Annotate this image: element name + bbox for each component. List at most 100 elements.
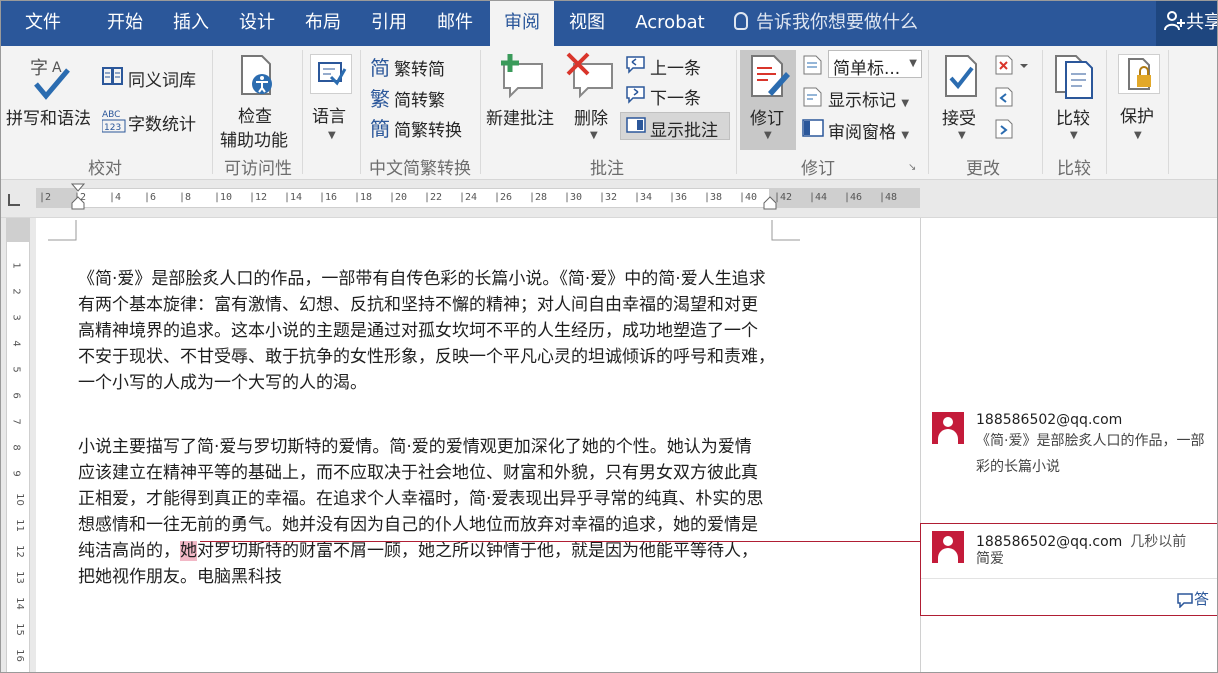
comment-text[interactable]: 《简·爱》是部脍炙人口的作品，一部 xyxy=(976,428,1204,454)
chinese-conversion-button[interactable]: 简繁转换 xyxy=(394,116,462,141)
reply-button[interactable]: 答 xyxy=(1176,588,1209,609)
reject-icon[interactable] xyxy=(994,54,1030,80)
paragraph-2[interactable]: 小说主要描写了简·爱与罗切斯特的爱情。简·爱的爱情观更加深化了她的个性。她认为爱… xyxy=(78,434,778,590)
tab-insert[interactable]: 插入 xyxy=(162,0,220,46)
vertical-ruler-tick-label: 3 xyxy=(10,314,22,321)
protect-button[interactable]: 保护 xyxy=(1120,102,1154,127)
svg-text:123: 123 xyxy=(104,123,121,133)
p2-line: 把她视作朋友。电脑黑科技 xyxy=(78,567,282,587)
traditional-to-simplified-button[interactable]: 繁转简 xyxy=(394,55,445,80)
comment-author: 188586502@qq.com xyxy=(976,412,1123,428)
dialog-launcher-icon[interactable]: ↘ xyxy=(908,162,916,173)
comment-time: 几秒以前 xyxy=(1130,534,1187,550)
chevron-down-icon: ▼ xyxy=(590,130,598,141)
tab-references[interactable]: 引用 xyxy=(360,0,418,46)
tab-stop-selector[interactable] xyxy=(8,194,20,206)
ruler-tick-label: |16 xyxy=(319,192,338,203)
text-run: 纯洁高尚的， xyxy=(78,541,180,561)
check-accessibility-line2[interactable]: 辅助功能 xyxy=(220,126,288,151)
vertical-ruler: 1 2 3 4 5 6 7 8 9 10 11 12 13 14 15 16 xyxy=(0,218,36,673)
protect-icon xyxy=(1118,54,1160,94)
language-button[interactable]: 语言 xyxy=(312,102,346,127)
tab-design[interactable]: 设计 xyxy=(228,0,286,46)
right-indent-marker-icon[interactable] xyxy=(763,195,777,211)
ribbon-separator xyxy=(1106,50,1107,174)
chevron-down-icon: ▼ xyxy=(901,98,910,109)
vertical-ruler-tick-label: 11 xyxy=(13,519,25,532)
chevron-down-icon: ▼ xyxy=(958,130,966,141)
tab-review[interactable]: 审阅 xyxy=(490,0,554,46)
markup-mode-dropdown[interactable]: 简单标... ▼ xyxy=(828,50,922,79)
previous-change-icon[interactable] xyxy=(994,86,1016,112)
thesaurus-button[interactable]: 同义词库 xyxy=(128,66,196,91)
next-change-icon[interactable] xyxy=(994,118,1016,144)
document-page[interactable]: 《简·爱》是部脍炙人口的作品，一部带有自传色彩的长篇小说。《简·爱》中的简·爱人… xyxy=(36,218,920,673)
tab-view[interactable]: 视图 xyxy=(558,0,616,46)
simplified-to-traditional-button[interactable]: 简转繁 xyxy=(394,86,445,111)
tell-me-search[interactable]: 告诉我你想要做什么 xyxy=(734,0,918,46)
vertical-ruler-tick-label: 4 xyxy=(10,340,22,347)
compare-button[interactable]: 比较 xyxy=(1056,104,1090,129)
ribbon-separator xyxy=(736,50,737,174)
review-ribbon: 字 A 拼写和语法 同义词库 ABC 123 字数统计 校对 检查 辅助功能 可访… xyxy=(0,46,1218,180)
compare-icon xyxy=(1054,54,1094,104)
ribbon-separator xyxy=(212,50,213,174)
tab-layout[interactable]: 布局 xyxy=(294,0,352,46)
tab-acrobat[interactable]: Acrobat xyxy=(626,0,714,46)
p1-line: 高精神境界的追求。这本小说的主题是通过对孤女坎坷不平的人生经历，成功地塑造了一个 xyxy=(78,321,758,341)
tab-home[interactable]: 开始 xyxy=(96,0,154,46)
ribbon-separator xyxy=(1042,50,1043,174)
new-comment-button[interactable]: 新建批注 xyxy=(486,104,554,129)
ribbon-separator xyxy=(1168,50,1169,174)
horizontal-ruler-row: |2 |2 |4 |6 |8 |10 |12 |14 |16 |18 |20 |22 |24 |26 |28… xyxy=(0,180,1218,218)
spelling-grammar-button[interactable]: 拼写和语法 xyxy=(6,104,91,129)
tab-mailings[interactable]: 邮件 xyxy=(426,0,484,46)
ruler-tick-label: |30 xyxy=(564,192,583,203)
simplified-char-icon: 简 xyxy=(370,56,390,80)
chevron-down-icon: ▼ xyxy=(764,130,772,141)
check-accessibility-line1[interactable]: 检查 xyxy=(238,102,272,127)
ruler-tick-label: |34 xyxy=(634,192,653,203)
commented-text-highlight[interactable]: 她 xyxy=(180,541,197,561)
comment-author-line: 188586502@qq.com 几秒以前 xyxy=(976,531,1186,551)
chevron-down-icon: ▼ xyxy=(328,130,336,141)
paragraph-1[interactable]: 《简·爱》是部脍炙人口的作品，一部带有自传色彩的长篇小说。《简·爱》中的简·爱人… xyxy=(78,266,778,396)
ribbon-separator xyxy=(928,50,929,174)
tab-file[interactable]: 文件 xyxy=(6,0,80,46)
previous-comment-button[interactable]: 上一条 xyxy=(650,54,701,79)
show-markup-button[interactable]: 显示标记 ▼ xyxy=(828,86,909,111)
crop-mark-right xyxy=(771,220,800,241)
proofing-group-label: 校对 xyxy=(88,159,122,179)
next-comment-button[interactable]: 下一条 xyxy=(650,84,701,109)
word-count-icon: ABC 123 xyxy=(101,108,126,138)
ruler-tick-label: |12 xyxy=(249,192,268,203)
ruler-tick-label: |22 xyxy=(424,192,443,203)
accept-button[interactable]: 接受 xyxy=(942,104,976,129)
indent-marker-icon[interactable] xyxy=(71,183,85,213)
reviewing-pane-icon xyxy=(802,118,824,142)
ribbon-separator xyxy=(302,50,303,174)
show-comments-label: 显示批注 xyxy=(650,121,718,141)
reviewing-pane-button[interactable]: 审阅窗格 ▼ xyxy=(828,118,909,143)
markup-mode-icon xyxy=(802,54,824,80)
show-comments-icon xyxy=(626,116,646,138)
compare-group-label: 比较 xyxy=(1057,159,1091,179)
ruler-tick-label: |8 xyxy=(179,192,192,203)
accessibility-icon xyxy=(238,54,278,102)
word-count-button[interactable]: 字数统计 xyxy=(128,110,196,135)
svg-text:ABC: ABC xyxy=(102,110,120,120)
delete-comment-button[interactable]: 删除 xyxy=(574,104,608,129)
p1-line: 《简·爱》是部脍炙人口的作品，一部带有自传色彩的长篇小说。《简·爱》中的简·爱人… xyxy=(78,269,766,289)
horizontal-ruler[interactable]: |2 |2 |4 |6 |8 |10 |12 |14 |16 |18 |20 |22 |24 |26 |28… xyxy=(36,183,920,211)
comment-text[interactable]: 简爱 xyxy=(976,546,1004,572)
share-button[interactable]: 共享 xyxy=(1156,0,1218,46)
vertical-ruler-tick-label: 1 xyxy=(10,262,22,269)
vertical-ruler-tick-label: 12 xyxy=(13,545,25,558)
ruler-tick-label: |4 xyxy=(109,192,122,203)
vertical-ruler-tick-label: 10 xyxy=(13,493,25,506)
show-markup-label: 显示标记 xyxy=(828,91,896,111)
svg-text:字: 字 xyxy=(30,58,48,79)
comment-text[interactable]: 彩的长篇小说 xyxy=(976,454,1060,480)
vertical-ruler-tick-label: 7 xyxy=(10,418,22,425)
ribbon-separator xyxy=(360,50,361,174)
